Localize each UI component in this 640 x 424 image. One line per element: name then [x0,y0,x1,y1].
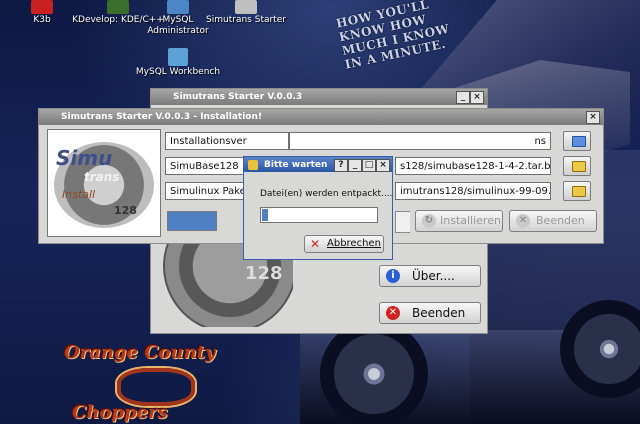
dialog-title: Bitte warten [264,160,328,170]
install-quit-button-label: Beenden [536,214,585,227]
about-button-label: Über.... [412,269,455,283]
minimize-button[interactable]: _ [348,159,362,172]
close-button[interactable]: × [470,91,484,104]
brand-bottom: Choppers [72,402,168,423]
desktop-icon-mysql-workbench[interactable]: MySQL Workbench [132,48,224,78]
install-icon: ↻ [422,214,436,228]
install-button[interactable]: ↻ Installieren [415,210,503,232]
quit-icon: ✕ [386,306,400,320]
simulinux-path-field[interactable]: imutrans128/simulinux-99-09.zip [395,182,551,200]
folder-icon [572,136,586,147]
install-dir-field[interactable]: ns [289,132,551,150]
main-logo-number: 128 [245,263,283,284]
install-button-label: Installieren [440,214,501,227]
mysql-administrator-icon [167,0,189,14]
cancel-button[interactable]: ✕ Abbrechen [304,235,384,253]
dialog-app-icon [248,160,258,170]
desktop: HOW YOU'LL KNOW HOW MUCH I KNOW IN A MIN… [0,0,640,424]
install-logo-number: 128 [114,204,137,217]
cancel-icon: ✕ [310,237,321,251]
install-logo-install: Install [62,188,96,201]
browse-simubase-button[interactable] [563,156,591,176]
browse-install-dir-button[interactable] [563,131,591,151]
please-wait-dialog: Bitte warten ? _ □ × Datei(en) werden en… [243,156,393,260]
minimize-button[interactable]: _ [456,91,470,104]
about-button[interactable]: i Über.... [379,265,481,287]
orange-county-choppers-logo: Orange County Choppers [52,340,242,424]
close-button[interactable]: × [376,159,390,172]
simubase-path-field[interactable]: s128/simubase128-1-4-2.tar.bz2 [395,157,551,175]
motorcycle-wheel [320,320,428,424]
install-logo-trans: trans [84,170,120,184]
folder-icon [572,186,586,197]
k3b-icon [31,0,53,14]
maximize-button[interactable]: □ [362,159,376,172]
brand-emblem [117,368,195,406]
desktop-icon-label: Simutrans Starter [206,15,286,25]
progress-edge [395,211,410,233]
quit-icon: ✕ [516,214,530,228]
install-quit-button[interactable]: ✕ Beenden [509,210,597,232]
info-icon: i [386,269,400,283]
install-logo-simu: Simu [56,146,113,170]
browse-simulinux-button[interactable] [563,181,591,201]
simutrans-install-logo: Simu trans Install 128 [47,129,161,237]
close-button[interactable]: × [586,111,600,124]
install-window-titlebar[interactable]: Simutrans Starter V.0.0.3 - Installation… [39,109,603,125]
mysql-workbench-icon [168,48,188,66]
desktop-icon-simutrans-starter[interactable]: Simutrans Starter [200,0,292,26]
folder-icon [572,161,586,172]
dialog-progress-fill [262,209,268,221]
install-dir-label-field[interactable]: Installationsver [165,132,289,150]
install-window-title: Simutrans Starter V.0.0.3 - Installation… [61,112,263,122]
quit-button[interactable]: ✕ Beenden [379,302,481,324]
simutrans-starter-icon [235,0,257,14]
cancel-button-label: Abbrechen [327,238,381,249]
kdevelop-icon [107,0,129,14]
dialog-titlebar[interactable]: Bitte warten ? _ □ × [244,157,392,172]
desktop-icon-label: K3b [33,15,51,25]
main-window-title: Simutrans Starter V.0.0.3 [173,92,303,102]
main-window-titlebar[interactable]: Simutrans Starter V.0.0.3 _ × [151,89,487,105]
brand-top: Orange County [64,342,216,363]
help-button[interactable]: ? [334,159,348,172]
dialog-message: Datei(en) werden entpackt.... [260,189,393,199]
desktop-icon-label: MySQL Workbench [135,67,221,77]
install-progress-bar [167,211,217,231]
dialog-progress-bar [260,207,378,223]
quit-button-label: Beenden [412,306,466,320]
